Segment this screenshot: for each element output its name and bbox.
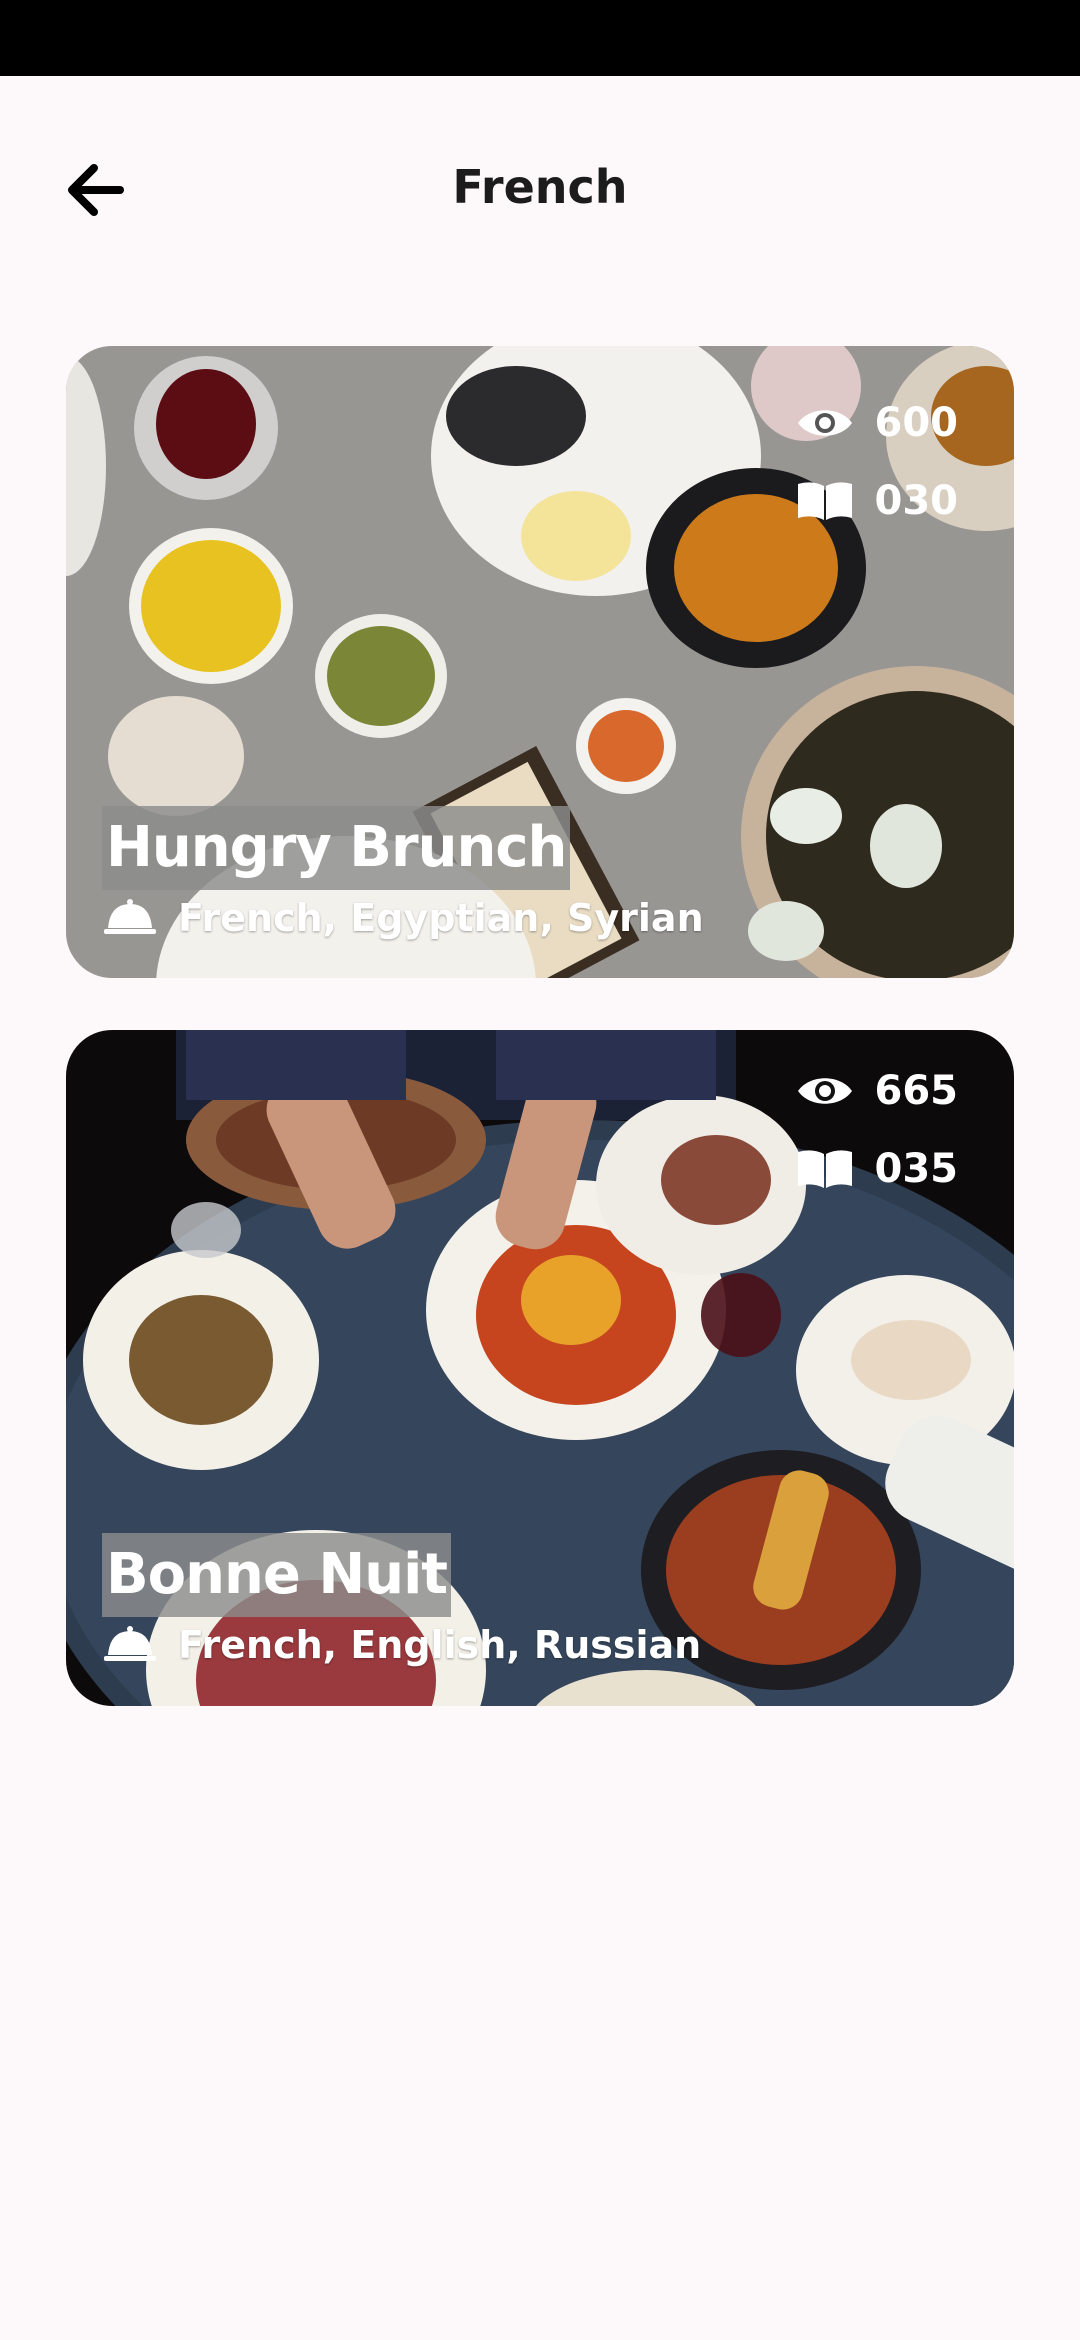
book-icon xyxy=(797,482,852,520)
restaurant-name: Hungry Brunch xyxy=(102,806,571,890)
restaurant-card[interactable]: 600 030 Hungry Brunch French, Egyptian, … xyxy=(66,346,1014,978)
eye-icon xyxy=(797,1078,852,1104)
cuisines-text: French, English, Russian xyxy=(178,1623,702,1667)
restaurant-cuisines: French, Egyptian, Syrian xyxy=(102,896,704,940)
views-stat: 665 xyxy=(795,1068,959,1114)
restaurant-name: Bonne Nuit xyxy=(102,1533,452,1617)
restaurant-card[interactable]: 665 035 Bonne Nuit French, English, Russ… xyxy=(66,1030,1014,1706)
restaurant-cuisines: French, English, Russian xyxy=(102,1623,701,1667)
menus-stat: 035 xyxy=(795,1146,959,1192)
eye-icon xyxy=(797,410,852,436)
menus-count: 035 xyxy=(874,1146,959,1192)
header: French xyxy=(0,76,1080,296)
views-count: 665 xyxy=(874,1068,959,1114)
food-cloche-icon xyxy=(104,899,156,934)
food-cloche-icon xyxy=(104,1626,156,1661)
menus-count: 030 xyxy=(874,478,959,524)
page-title: French xyxy=(452,160,628,214)
status-bar xyxy=(0,0,1080,76)
cuisines-text: French, Egyptian, Syrian xyxy=(178,896,704,940)
menus-stat: 030 xyxy=(795,478,959,524)
views-count: 600 xyxy=(874,400,959,446)
book-icon xyxy=(797,1150,852,1188)
views-stat: 600 xyxy=(795,400,959,446)
